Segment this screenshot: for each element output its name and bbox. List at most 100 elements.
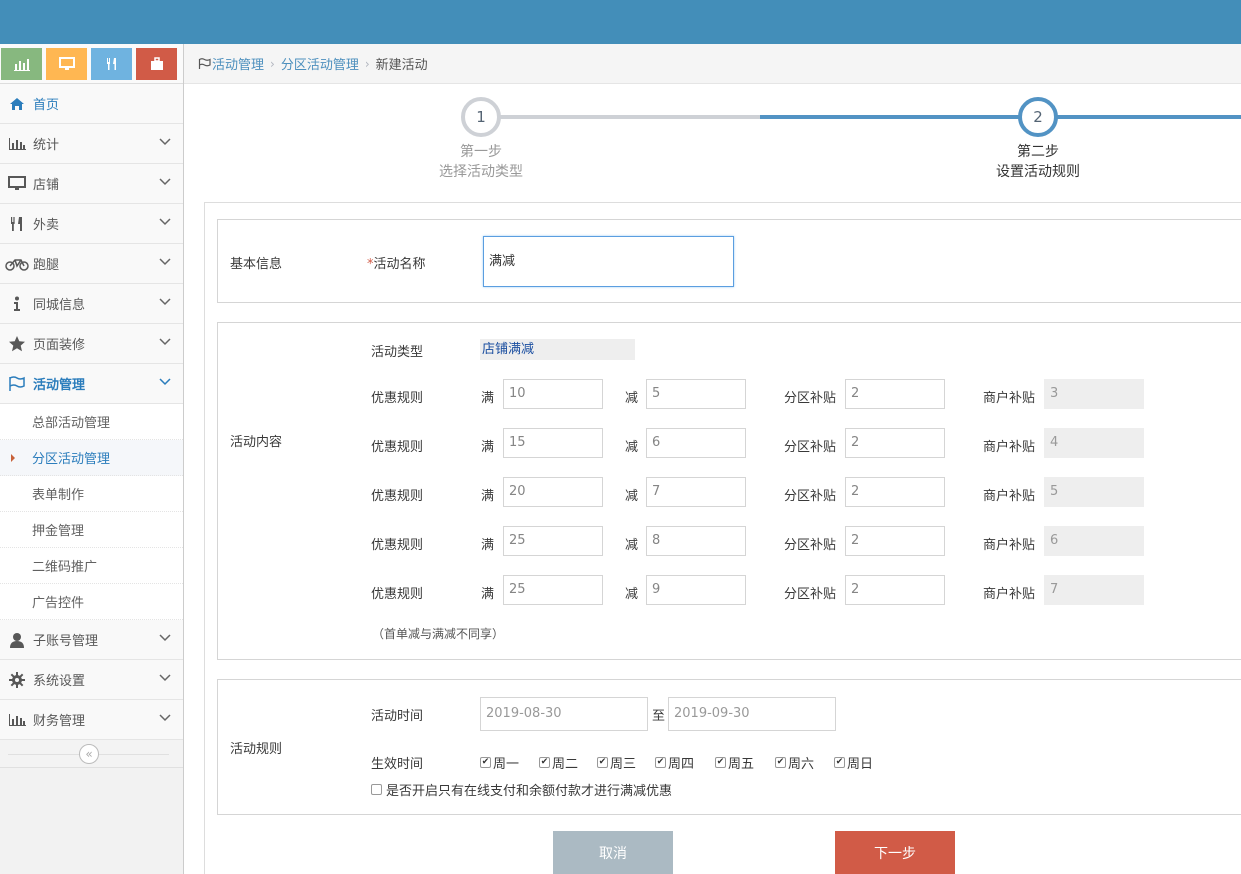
sidebar-shortcuts — [0, 44, 183, 84]
checkbox-checked-icon: ✔ — [775, 757, 786, 768]
weekday-checkbox[interactable]: ✔ 周六 — [775, 753, 814, 772]
sidebar-item-takeout[interactable]: 外卖 — [0, 204, 183, 244]
district-subsidy-input[interactable]: 2 — [845, 428, 945, 458]
district-subsidy-label: 分区补贴 — [784, 440, 837, 455]
sidebar-subitem-district-activity[interactable]: 分区活动管理 — [0, 440, 183, 476]
full-amount-input[interactable]: 15 — [503, 428, 603, 458]
sidebar-item-subaccount[interactable]: 子账号管理 — [0, 620, 183, 660]
district-subsidy-input[interactable]: 2 — [845, 477, 945, 507]
sidebar-item-finance[interactable]: 财务管理 — [0, 700, 183, 740]
rule-row: 优惠规则 满 15 减 6 分区补贴 2 商户补贴 4 — [218, 428, 1241, 458]
sidebar-item-home[interactable]: 首页 — [0, 84, 183, 124]
district-subsidy-input[interactable]: 2 — [845, 379, 945, 409]
next-step-button[interactable]: 下一步 — [835, 831, 955, 874]
rule-label: 优惠规则 — [371, 538, 424, 553]
full-label: 满 — [481, 391, 495, 406]
minus-amount-input[interactable]: 9 — [646, 575, 746, 605]
full-amount-input[interactable]: 25 — [503, 526, 603, 556]
weekday-checkbox[interactable]: ✔ 周三 — [597, 753, 636, 772]
online-payment-only-checkbox[interactable]: 是否开启只有在线支付和余额付款才进行满减优惠 — [371, 780, 672, 799]
district-subsidy-label: 分区补贴 — [784, 587, 837, 602]
chevron-down-icon — [159, 218, 171, 226]
activity-type-value: 店铺满减 — [480, 339, 635, 360]
cancel-button[interactable]: 取消 — [553, 831, 673, 874]
sidebar-item-settings[interactable]: 系统设置 — [0, 660, 183, 700]
sidebar-item-activity[interactable]: 活动管理 — [0, 364, 183, 404]
monitor-icon — [58, 57, 75, 70]
breadcrumb-link-district[interactable]: 分区活动管理 — [281, 54, 359, 73]
weekday-checkbox[interactable]: ✔ 周一 — [480, 753, 519, 772]
merchant-subsidy-label: 商户补贴 — [983, 489, 1036, 504]
minus-label: 减 — [625, 587, 639, 602]
sidebar-item-cityinfo[interactable]: 同城信息 — [0, 284, 183, 324]
activity-name-input[interactable]: 满减 — [483, 236, 734, 287]
minus-amount-input[interactable]: 7 — [646, 477, 746, 507]
chevron-down-icon — [159, 258, 171, 266]
step-progress-line-active — [760, 115, 1241, 119]
weekday-checkbox[interactable]: ✔ 周二 — [539, 753, 578, 772]
shortcut-takeout-button[interactable] — [91, 48, 132, 80]
minus-amount-input[interactable]: 8 — [646, 526, 746, 556]
step-2-title: 第二步 设置活动规则 — [996, 144, 1080, 180]
breadcrumb-separator: › — [364, 56, 370, 71]
sidebar-subitem-ads[interactable]: 广告控件 — [0, 584, 183, 620]
sidebar-subitem-deposit[interactable]: 押金管理 — [0, 512, 183, 548]
district-subsidy-label: 分区补贴 — [784, 538, 837, 553]
shortcut-work-button[interactable] — [136, 48, 177, 80]
merchant-subsidy-label: 商户补贴 — [983, 587, 1036, 602]
user-icon — [1, 632, 33, 648]
fork-knife-icon — [1, 216, 33, 232]
sidebar-item-errand[interactable]: 跑腿 — [0, 244, 183, 284]
rule-note: （首单减与满减不同享） — [372, 627, 505, 641]
district-subsidy-input[interactable]: 2 — [845, 526, 945, 556]
rule-label: 优惠规则 — [371, 391, 424, 406]
bar-chart-icon — [1, 137, 33, 151]
district-subsidy-input[interactable]: 2 — [845, 575, 945, 605]
shortcut-stats-button[interactable] — [1, 48, 42, 80]
rule-row: 优惠规则 满 25 减 9 分区补贴 2 商户补贴 7 — [218, 575, 1241, 605]
shortcut-shop-button[interactable] — [46, 48, 87, 80]
sidebar-subitem-hq-activity[interactable]: 总部活动管理 — [0, 404, 183, 440]
checkbox-checked-icon: ✔ — [715, 757, 726, 768]
flag-icon — [1, 375, 33, 392]
sidebar-subitem-qrcode[interactable]: 二维码推广 — [0, 548, 183, 584]
weekday-checkbox[interactable]: ✔ 周日 — [834, 753, 873, 772]
top-navbar — [0, 0, 1241, 44]
star-icon — [1, 335, 33, 352]
flag-icon — [198, 57, 211, 69]
sidebar-item-shop[interactable]: 店铺 — [0, 164, 183, 204]
chevron-down-icon — [159, 178, 171, 186]
merchant-subsidy-readonly: 3 — [1044, 379, 1144, 409]
info-icon — [1, 296, 33, 312]
full-amount-input[interactable]: 25 — [503, 575, 603, 605]
home-icon — [1, 97, 33, 111]
full-amount-input[interactable]: 20 — [503, 477, 603, 507]
chevron-down-icon — [159, 338, 171, 346]
step-1-title: 第一步 选择活动类型 — [439, 144, 523, 180]
breadcrumb-link-activity[interactable]: 活动管理 — [212, 54, 264, 73]
minus-amount-input[interactable]: 6 — [646, 428, 746, 458]
section-title: 活动规则 — [230, 742, 283, 757]
start-date-input[interactable]: 2019-08-30 — [480, 697, 648, 731]
fork-knife-icon — [106, 58, 116, 70]
sidebar-subitem-form-builder[interactable]: 表单制作 — [0, 476, 183, 512]
full-amount-input[interactable]: 10 — [503, 379, 603, 409]
rule-label: 优惠规则 — [371, 440, 424, 455]
weekday-checkbox[interactable]: ✔ 周四 — [655, 753, 694, 772]
checkbox-checked-icon: ✔ — [834, 757, 845, 768]
full-label: 满 — [481, 489, 495, 504]
chevron-down-icon — [159, 714, 171, 722]
checkbox-checked-icon: ✔ — [480, 757, 491, 768]
end-date-input[interactable]: 2019-09-30 — [668, 697, 836, 731]
sidebar-item-stats[interactable]: 统计 — [0, 124, 183, 164]
rule-label: 优惠规则 — [371, 587, 424, 602]
basic-info-panel: 基本信息 *活动名称 满减 — [217, 219, 1241, 303]
sidebar-collapse-button[interactable]: « — [79, 744, 99, 764]
date-range-separator: 至 — [652, 709, 666, 724]
merchant-subsidy-label: 商户补贴 — [983, 538, 1036, 553]
effective-time-label: 生效时间 — [371, 757, 424, 772]
sidebar-item-decoration[interactable]: 页面装修 — [0, 324, 183, 364]
bicycle-icon — [1, 257, 33, 271]
minus-amount-input[interactable]: 5 — [646, 379, 746, 409]
weekday-checkbox[interactable]: ✔ 周五 — [715, 753, 754, 772]
